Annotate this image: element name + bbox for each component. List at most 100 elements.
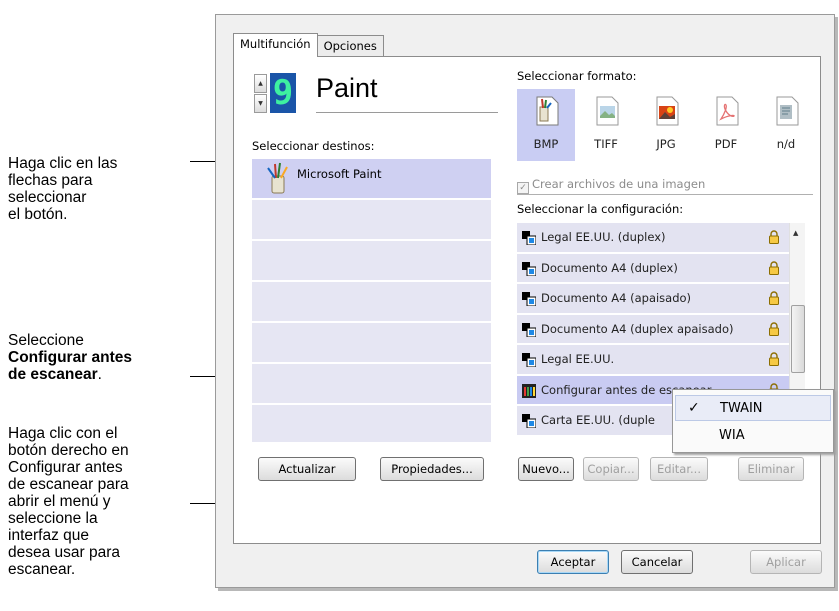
- destination-item-empty[interactable]: [252, 200, 491, 239]
- menu-item-label: WIA: [719, 428, 745, 443]
- format-option-jpg[interactable]: JPG: [637, 89, 695, 161]
- callout-arrows-line: seleccionar: [8, 189, 87, 206]
- title-divider: [316, 112, 498, 113]
- config-item[interactable]: Documento A4 (apaisado): [517, 284, 789, 313]
- scan-config-icon: [522, 322, 536, 337]
- lock-icon: [769, 352, 779, 366]
- callout-configure-bold: de escanear: [8, 366, 98, 383]
- menu-item-twain[interactable]: ✓ TWAIN: [675, 395, 831, 421]
- format-label-pdf: PDF: [714, 137, 738, 151]
- configure-before-scan-icon: [522, 383, 536, 398]
- bmp-icon: [536, 96, 559, 126]
- config-item-label: Carta EE.UU. (duple: [541, 413, 655, 427]
- lock-icon: [769, 260, 779, 275]
- callout-rightclick-line: de escanear para: [8, 476, 129, 493]
- lock-icon: [769, 291, 779, 305]
- menu-item-wia[interactable]: WIA: [675, 423, 831, 449]
- config-item[interactable]: Documento A4 (duplex apaisado): [517, 314, 789, 343]
- callout-arrows-line: flechas para: [8, 172, 93, 189]
- format-option-bmp[interactable]: BMP: [517, 89, 575, 161]
- destination-label: Microsoft Paint: [297, 167, 382, 181]
- callout-rightclick-line: seleccione la: [8, 510, 98, 527]
- config-item-label: Legal EE.UU. (duplex): [541, 230, 666, 244]
- destination-item-microsoft-paint[interactable]: Microsoft Paint: [252, 159, 491, 198]
- copy-config-button[interactable]: Copiar...: [583, 457, 639, 481]
- destination-item-empty[interactable]: [252, 405, 491, 442]
- destination-item-empty[interactable]: [252, 282, 491, 321]
- scroll-up-arrow-icon[interactable]: ▲: [793, 229, 798, 237]
- format-selector[interactable]: BMP TIFF JPG PDF n/d: [517, 89, 817, 174]
- callout-arrows-line: Haga clic en las: [8, 155, 118, 172]
- config-item-label: Documento A4 (duplex): [541, 260, 678, 275]
- button-title: Paint: [316, 73, 378, 103]
- format-option-tiff[interactable]: TIFF: [577, 89, 635, 161]
- ok-button[interactable]: Aceptar: [537, 550, 609, 574]
- scan-config-icon: [522, 353, 536, 367]
- interface-context-menu: ✓ TWAIN WIA: [672, 389, 834, 453]
- menu-item-label: TWAIN: [720, 401, 763, 416]
- scan-config-icon: [522, 231, 536, 245]
- callout-configure-bold: Configurar antes: [8, 349, 133, 366]
- config-item[interactable]: Legal EE.UU. (duplex): [517, 223, 789, 252]
- spin-up-arrow-icon[interactable]: ▲: [254, 74, 267, 93]
- lock-icon: [769, 230, 779, 244]
- button-selector-spinner: ▲ ▼: [254, 74, 267, 114]
- tab-panel: ▲ ▼ 9 Paint Seleccionar destinos: Micros…: [233, 56, 821, 544]
- single-image-files-label: Crear archivos de una imagen: [532, 177, 706, 191]
- callout-configure-line: Seleccione: [8, 332, 84, 349]
- format-label-nd: n/d: [776, 137, 796, 151]
- callout-rightclick-line: desea usar para: [8, 544, 121, 561]
- callout-configure: Seleccione Configurar antes de escanear.: [8, 332, 132, 383]
- button-number-display: 9: [270, 73, 296, 113]
- apply-button[interactable]: Aplicar: [750, 550, 822, 574]
- config-item-label: Documento A4 (duplex apaisado): [541, 321, 734, 336]
- callout-rightclick-line: botón derecho en: [8, 442, 129, 459]
- update-button[interactable]: Actualizar: [258, 457, 356, 481]
- destination-item-empty[interactable]: [252, 364, 491, 403]
- paint-icon: [267, 162, 288, 194]
- format-label-jpg: JPG: [656, 137, 676, 151]
- destination-item-empty[interactable]: [252, 241, 491, 280]
- callout-rightclick-line: abrir el menú y: [8, 493, 111, 510]
- tab-bar: Multifunción Opciones: [233, 33, 384, 57]
- format-divider: [517, 194, 813, 195]
- tab-opciones[interactable]: Opciones: [316, 35, 384, 57]
- format-label: Seleccionar formato:: [517, 69, 637, 83]
- callout-rightclick-line: Haga clic con el: [8, 425, 118, 442]
- callout-arrows-line: el botón.: [8, 206, 68, 223]
- pdf-icon: [716, 96, 739, 126]
- scan-config-icon: [522, 292, 536, 306]
- scroll-thumb[interactable]: [791, 305, 805, 373]
- destinations-label: Seleccionar destinos:: [252, 139, 375, 153]
- destination-item-empty[interactable]: [252, 323, 491, 362]
- format-label-bmp: BMP: [533, 137, 559, 151]
- checkmark-icon: ✓: [688, 400, 700, 416]
- callout-rightclick-line: escanear.: [8, 561, 76, 578]
- callout-rightclick-line: interfaz que: [8, 527, 89, 544]
- checkbox-checked-icon[interactable]: ✓: [517, 182, 529, 194]
- config-item[interactable]: Documento A4 (duplex): [517, 253, 789, 282]
- spin-down-arrow-icon[interactable]: ▼: [254, 94, 267, 113]
- callout-rightclick: Haga clic con el botón derecho en Config…: [8, 425, 129, 578]
- callout-rightclick-line: Configurar antes: [8, 459, 123, 476]
- single-image-files-option[interactable]: ✓ Crear archivos de una imagen: [517, 177, 705, 194]
- edit-config-button[interactable]: Editar...: [650, 457, 708, 481]
- scan-config-icon: [522, 414, 536, 428]
- callout-arrows: Haga clic en las flechas para selecciona…: [8, 155, 117, 223]
- tab-multifuncion[interactable]: Multifunción: [233, 33, 318, 57]
- lock-icon: [769, 321, 779, 336]
- config-item-label: Legal EE.UU.: [541, 352, 615, 366]
- format-option-nd[interactable]: n/d: [757, 89, 815, 161]
- config-item-label: Documento A4 (apaisado): [541, 291, 692, 305]
- delete-config-button[interactable]: Eliminar: [738, 457, 804, 481]
- destination-list[interactable]: Microsoft Paint: [252, 159, 491, 445]
- cancel-button[interactable]: Cancelar: [621, 550, 693, 574]
- properties-button[interactable]: Propiedades...: [380, 457, 484, 481]
- callout-configure-tail: .: [97, 366, 102, 383]
- onetouch-properties-dialog: Multifunción Opciones ▲ ▼ 9 Paint Selecc…: [215, 14, 835, 588]
- format-label-tiff: TIFF: [594, 137, 618, 151]
- new-config-button[interactable]: Nuevo...: [518, 457, 574, 481]
- scan-config-icon: [522, 261, 536, 276]
- format-option-pdf[interactable]: PDF: [697, 89, 755, 161]
- config-item[interactable]: Legal EE.UU.: [517, 345, 789, 374]
